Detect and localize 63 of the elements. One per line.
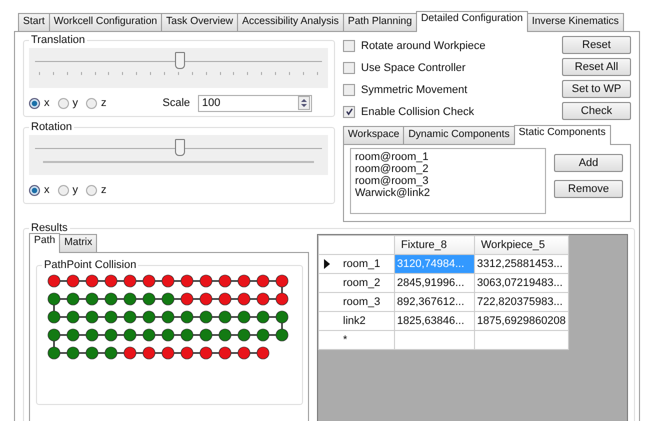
tab[interactable]: Detailed Configuration — [416, 11, 528, 32]
tab[interactable]: Static Components — [514, 125, 611, 145]
tab[interactable]: Dynamic Components — [403, 126, 515, 144]
action-button[interactable]: Check — [562, 102, 631, 120]
table-cell[interactable]: 892,367612... — [394, 292, 474, 312]
scale-label: Scale — [162, 97, 190, 109]
group-title: Translation — [30, 34, 86, 46]
list-item[interactable]: room@room_1 — [355, 151, 541, 163]
option-checkbox[interactable]: Rotate around Workpiece — [343, 38, 486, 53]
option-checkbox[interactable]: Enable Collision Check — [343, 104, 486, 119]
row-header[interactable]: room_1 — [318, 254, 394, 274]
tab[interactable]: Path — [29, 233, 60, 253]
current-row-icon — [324, 259, 330, 269]
tab[interactable]: Workspace — [343, 126, 404, 144]
list-item[interactable]: room@room_3 — [355, 175, 541, 187]
components-list[interactable]: room@room_1 room@room_2 room@room_3 Warwick@link2 — [350, 148, 546, 214]
table-cell[interactable]: 1825,63846... — [394, 312, 474, 330]
list-item[interactable]: room@room_2 — [355, 163, 541, 175]
tab[interactable]: Workcell Configuration — [48, 13, 162, 31]
tab[interactable]: Accessibility Analysis — [237, 13, 344, 31]
slider-thumb[interactable] — [174, 52, 184, 69]
table-cell[interactable]: 722,820375983... — [474, 292, 568, 312]
tab[interactable]: Inverse Kinematics — [526, 13, 624, 31]
group-title: Results — [30, 222, 69, 234]
option-checkbox[interactable]: Symmetric Movement — [343, 82, 486, 97]
row-header[interactable]: * — [318, 330, 394, 350]
check-icon — [344, 107, 354, 116]
group-title: PathPoint Collision — [43, 259, 138, 271]
slider-thumb[interactable] — [174, 139, 184, 156]
spinner-icon[interactable] — [298, 96, 310, 110]
option-checkbox[interactable]: Use Space Controller — [343, 60, 486, 75]
tab[interactable]: Task Overview — [161, 13, 238, 31]
action-button[interactable]: Reset — [562, 36, 631, 54]
rotation-slider[interactable] — [29, 135, 328, 175]
axis-radio[interactable]: z — [86, 184, 106, 196]
tab[interactable]: Matrix — [59, 234, 98, 252]
action-button[interactable]: Reset All — [562, 58, 631, 76]
table-cell[interactable]: 3312,25881453... — [474, 254, 568, 274]
scale-field[interactable]: 100 — [198, 94, 312, 112]
table-cell[interactable] — [474, 330, 568, 350]
action-button[interactable]: Add — [554, 154, 623, 172]
group-title: Rotation — [30, 121, 73, 133]
table-cell[interactable]: 1875,6929860208 — [474, 312, 568, 330]
axis-radio[interactable]: y — [58, 184, 78, 196]
axis-radio[interactable]: y — [58, 97, 78, 109]
tab[interactable]: Start — [18, 13, 50, 31]
axis-radio[interactable]: z — [86, 97, 106, 109]
table-cell[interactable]: 2845,91996... — [394, 274, 474, 292]
column-header[interactable]: Workpiece_5 — [474, 236, 568, 254]
axis-radio[interactable]: x — [29, 184, 50, 196]
action-button[interactable]: Remove — [554, 180, 623, 198]
column-header[interactable]: Fixture_8 — [394, 236, 474, 254]
table-cell[interactable] — [394, 330, 474, 350]
row-header[interactable]: room_3 — [318, 292, 394, 312]
axis-radio[interactable]: x — [29, 97, 50, 109]
data-grid[interactable]: Fixture_8 Workpiece_5 room_1 3120,74984... 3312,25881453... room_2 2845,91996... 3063,07219483... room_3 892,367612... 722,820375983... link2 1825,63846... 1875,6929860208 * — [317, 234, 628, 421]
translation-slider[interactable] — [29, 48, 328, 88]
tab[interactable]: Path Planning — [342, 13, 417, 31]
row-header[interactable]: room_2 — [318, 274, 394, 292]
action-button[interactable]: Set to WP — [562, 80, 631, 98]
row-header[interactable]: link2 — [318, 312, 394, 330]
table-cell[interactable]: 3063,07219483... — [474, 274, 568, 292]
list-item[interactable]: Warwick@link2 — [355, 187, 541, 199]
